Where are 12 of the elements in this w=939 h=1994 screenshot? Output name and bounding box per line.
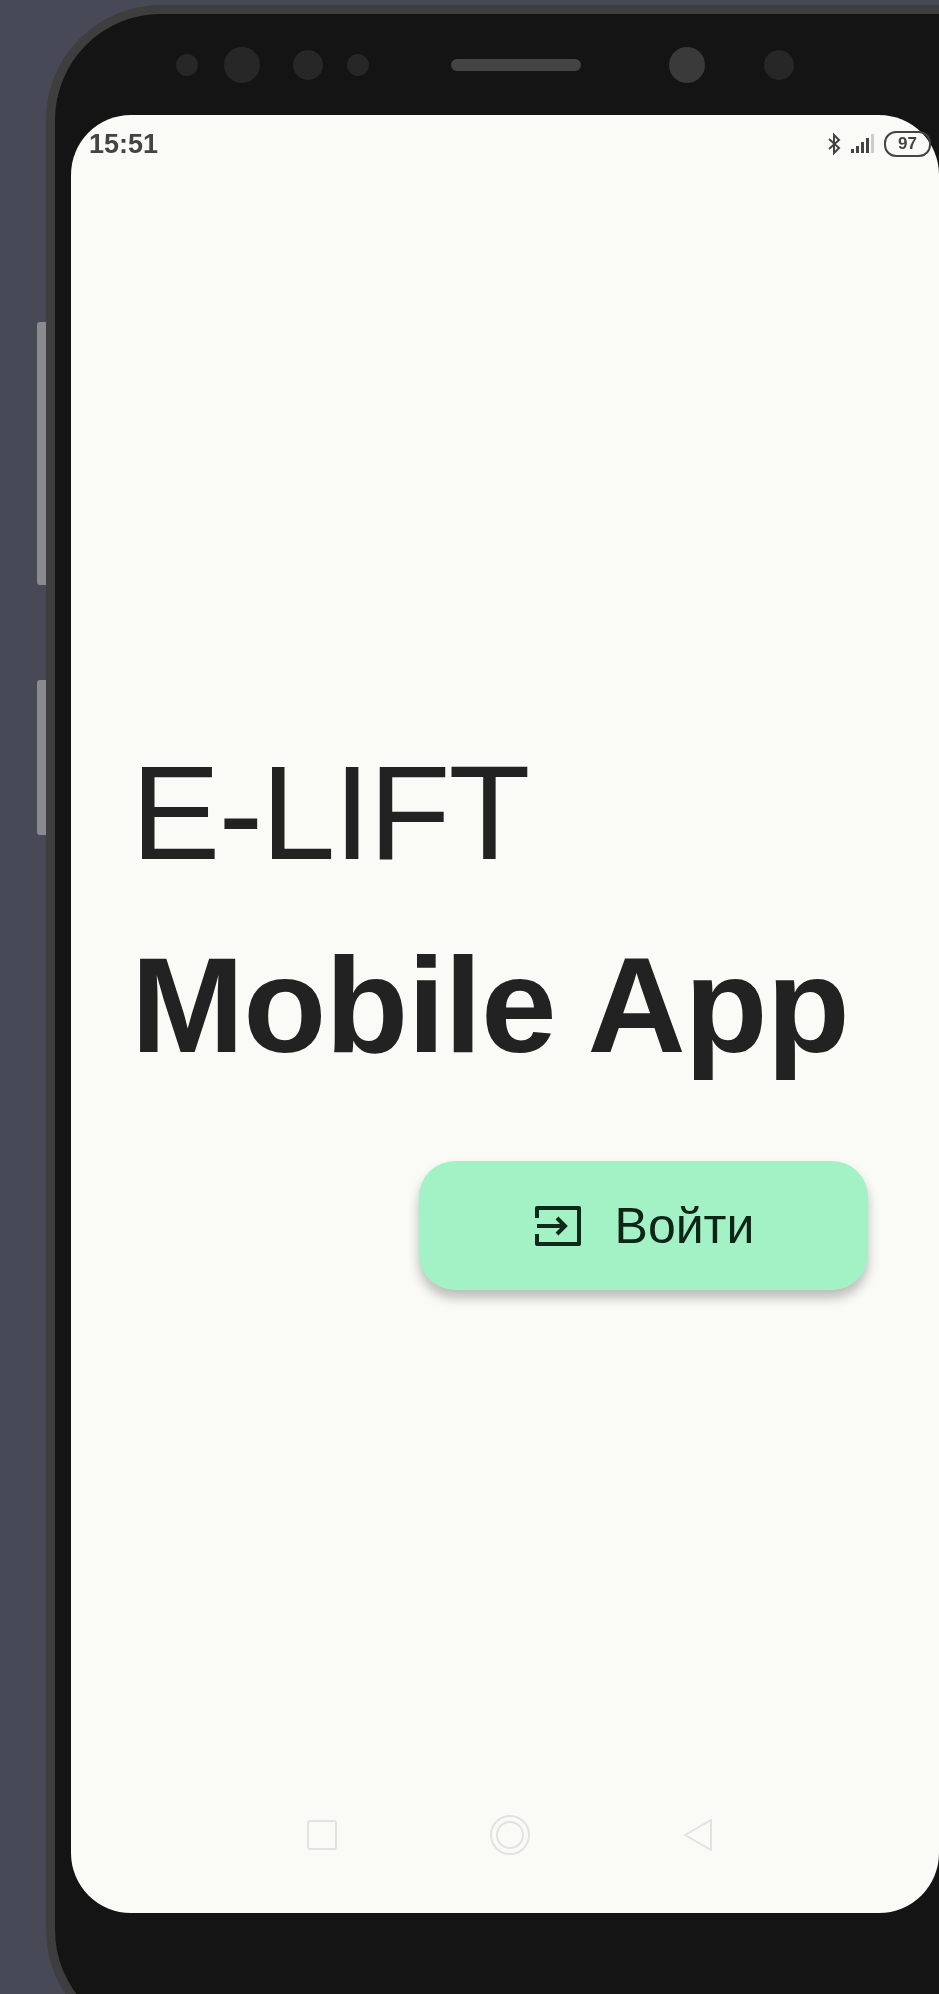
home-icon[interactable]: [489, 1814, 531, 1856]
back-icon[interactable]: [683, 1818, 713, 1852]
app-subtitle: Mobile App: [131, 928, 850, 1083]
app-title: E-LIFT: [131, 743, 530, 883]
bluetooth-icon: [826, 132, 843, 156]
recent-apps-icon[interactable]: [307, 1820, 337, 1850]
login-button[interactable]: Войти: [419, 1161, 868, 1290]
signal-icon: [850, 134, 877, 154]
battery-level: 97: [884, 131, 931, 157]
status-time: 15:51: [89, 128, 159, 160]
speaker-grille-icon: [451, 58, 581, 71]
camera-icon: [669, 46, 705, 83]
